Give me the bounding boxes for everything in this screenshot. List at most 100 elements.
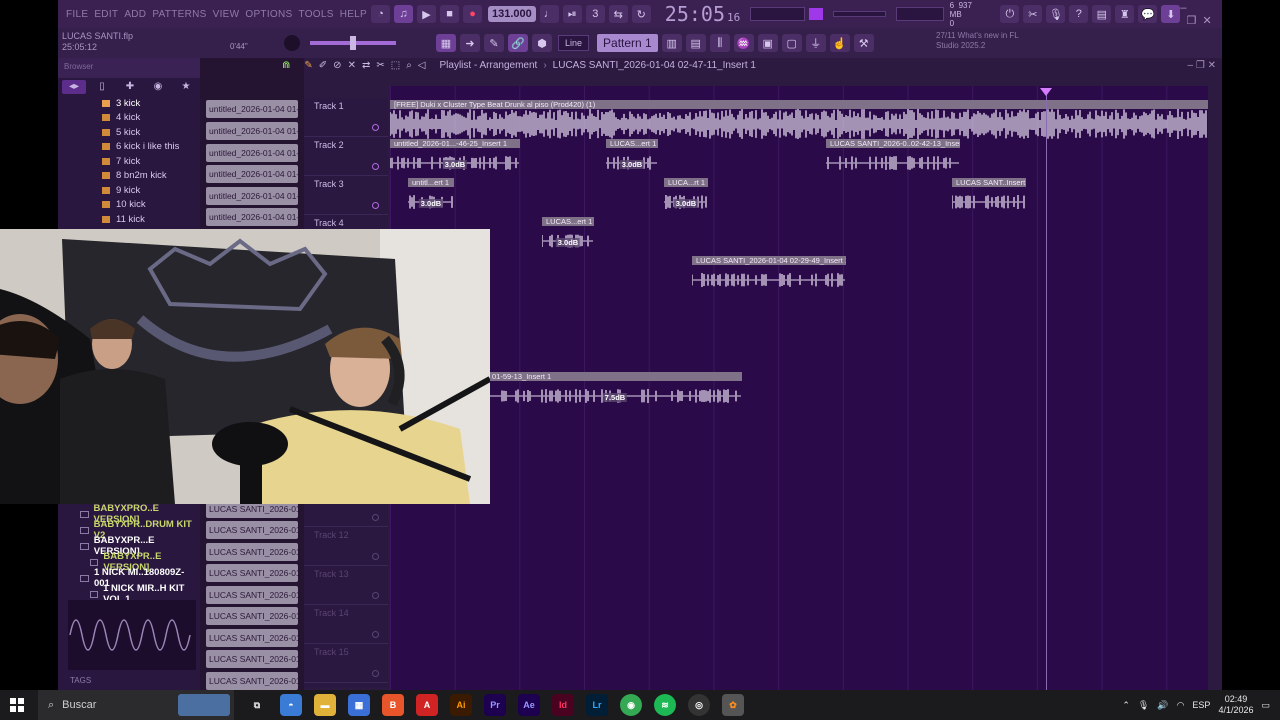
- playlist-restore-icon[interactable]: ❐: [1196, 60, 1205, 71]
- metronome-icon[interactable]: ♩: [539, 5, 559, 23]
- acrobat-icon[interactable]: A: [416, 694, 438, 716]
- news-panel[interactable]: 27/11 What's new in FL Studio 2025.2: [936, 31, 1019, 51]
- chrome-icon[interactable]: ◉: [620, 694, 642, 716]
- plugin-icon[interactable]: ♜: [1115, 5, 1135, 23]
- track-header[interactable]: Track 13: [304, 566, 388, 605]
- next-icon[interactable]: ➜: [460, 34, 480, 52]
- eq-icon[interactable]: ♒: [733, 34, 754, 52]
- channel-button[interactable]: untitled_2026-01-04 01-...: [206, 165, 298, 183]
- close-icon[interactable]: ✕: [1203, 15, 1212, 27]
- select-tool-icon[interactable]: ⬚: [391, 60, 400, 71]
- record-button[interactable]: ●: [463, 5, 483, 23]
- browser-item[interactable]: 9 kick: [58, 183, 200, 198]
- browser-item[interactable]: 7 kick: [58, 154, 200, 169]
- plugins-tab-icon[interactable]: ✚: [118, 80, 142, 94]
- playlist-close-icon[interactable]: ✕: [1208, 60, 1216, 71]
- menu-file[interactable]: FILE: [66, 9, 88, 20]
- start-button[interactable]: [0, 690, 34, 720]
- mic-icon[interactable]: 🎙: [1046, 5, 1066, 23]
- tags-label[interactable]: TAGS: [70, 676, 91, 685]
- slip-tool-icon[interactable]: ⇄: [362, 60, 370, 71]
- fl-studio-taskbar-icon[interactable]: ✿: [722, 694, 744, 716]
- sample-preview-waveform[interactable]: [68, 600, 196, 670]
- restore-icon[interactable]: ❐: [1187, 15, 1197, 27]
- browser-item[interactable]: 8 bn2m kick: [58, 169, 200, 184]
- files-tab-icon[interactable]: ▯: [90, 80, 114, 94]
- track-mute-led-icon[interactable]: [372, 553, 379, 560]
- master-pitch-slider[interactable]: [310, 36, 396, 50]
- arrangement-grid[interactable]: [FREE] Duki x Cluster Type Beat Drunk al…: [390, 86, 1208, 690]
- channel-button[interactable]: LUCAS SANTI_2026-01-04...: [206, 586, 298, 604]
- channel-button[interactable]: untitled_2026-01-04 01-...: [206, 100, 298, 118]
- channel-button[interactable]: LUCAS SANTI_2026-01-04...: [206, 543, 298, 561]
- browser-item[interactable]: 4 kick: [58, 111, 200, 126]
- tools-icon[interactable]: ✂: [1023, 5, 1043, 23]
- chat-icon[interactable]: 💬: [1138, 5, 1158, 23]
- channel-button[interactable]: LUCAS SANTI_2026-01-04...: [206, 607, 298, 625]
- knob-icon[interactable]: [284, 35, 300, 51]
- song-time-display[interactable]: 25:05: [665, 2, 725, 26]
- menu-help[interactable]: HELP: [340, 9, 367, 20]
- browser-item[interactable]: 10 kick: [58, 198, 200, 213]
- menu-tools[interactable]: TOOLS: [298, 9, 333, 20]
- channel-button[interactable]: LUCAS SANTI_2026-01-04...: [206, 521, 298, 539]
- menu-edit[interactable]: EDIT: [94, 9, 118, 20]
- song-mode-button[interactable]: ♫: [394, 5, 414, 23]
- snap-selector[interactable]: Line: [558, 35, 590, 51]
- channel-button[interactable]: LUCAS SANTI_2026-01-04...: [206, 672, 298, 690]
- track-mute-led-icon[interactable]: [372, 592, 379, 599]
- menu-add[interactable]: ADD: [124, 9, 146, 20]
- volume-icon[interactable]: 🔊: [1157, 700, 1168, 711]
- track-header[interactable]: Track 2: [304, 137, 388, 176]
- file-explorer-icon[interactable]: ▬: [314, 694, 336, 716]
- wrench-icon[interactable]: ⚒: [853, 34, 874, 52]
- record-mode-icon[interactable]: ◔: [371, 5, 391, 23]
- channel-button[interactable]: LUCAS SANTI_2026-01-04...: [206, 629, 298, 647]
- audio-clip[interactable]: LUCAS SANTI_2026-0..02-42-13_Insert 1: [826, 139, 960, 178]
- stop-button[interactable]: ■: [440, 5, 460, 23]
- audio-clip[interactable]: LUCA...rt 1 3.0dB: [664, 178, 708, 217]
- audio-clip[interactable]: LUCAS...ert 1 3.0dB: [606, 139, 658, 178]
- clock[interactable]: 02:49 4/1/2026: [1218, 694, 1253, 716]
- browser-item[interactable]: 6 kick i like this: [58, 140, 200, 155]
- audio-clip[interactable]: [FREE] Duki x Cluster Type Beat Drunk al…: [390, 100, 1208, 139]
- store-icon[interactable]: ▦: [348, 694, 370, 716]
- channel-button[interactable]: untitled_2026-01-04 01-...: [206, 187, 298, 205]
- download-icon[interactable]: ⬇: [1161, 5, 1181, 23]
- track-header[interactable]: Track 3: [304, 176, 388, 215]
- db-tab-icon[interactable]: ◉: [146, 80, 170, 94]
- pattern-selector[interactable]: Pattern 1: [597, 34, 658, 52]
- spotify-icon[interactable]: ≋: [654, 694, 676, 716]
- track-mute-led-icon[interactable]: [372, 163, 379, 170]
- notifications-icon[interactable]: ▭: [1261, 700, 1270, 711]
- channel-rack-icon[interactable]: ▤: [685, 34, 706, 52]
- power-icon[interactable]: ⏻: [1000, 5, 1020, 23]
- brave-icon[interactable]: B: [382, 694, 404, 716]
- plugin-db-icon[interactable]: ▣: [757, 34, 778, 52]
- playlist-minimize-icon[interactable]: –: [1188, 60, 1194, 71]
- save-icon[interactable]: ▤: [1092, 5, 1112, 23]
- track-mute-led-icon[interactable]: [372, 514, 379, 521]
- obs-icon[interactable]: ◎: [688, 694, 710, 716]
- audio-clip[interactable]: LUCAS SANTI_2026-01-04 02-29-49_Insert 1: [692, 256, 846, 295]
- tray-chevron-icon[interactable]: ⌃: [1122, 700, 1130, 711]
- playback-tool-icon[interactable]: ◁: [418, 60, 426, 71]
- wait-icon[interactable]: ⏯: [562, 5, 582, 23]
- track-mute-led-icon[interactable]: [372, 670, 379, 677]
- menu-patterns[interactable]: PATTERNS: [152, 9, 206, 20]
- track-header[interactable]: Track 1: [304, 98, 388, 137]
- channel-button[interactable]: untitled_2026-01-04 01-...: [206, 144, 298, 162]
- indesign-icon[interactable]: Id: [552, 694, 574, 716]
- mic-tray-icon[interactable]: 🎙: [1138, 700, 1149, 711]
- channel-button[interactable]: untitled_2026-01-04 01-...: [206, 208, 298, 226]
- illustrator-icon[interactable]: Ai: [450, 694, 472, 716]
- slider-handle[interactable]: [350, 36, 356, 50]
- audio-clip[interactable]: untitled_2026-01...-46-25_Insert 1 3.0dB: [390, 139, 520, 178]
- audio-clip[interactable]: 01-59-13_Insert 1 7.5dB: [488, 372, 742, 411]
- lightroom-icon[interactable]: Lr: [586, 694, 608, 716]
- brush-tool-icon[interactable]: ✐: [319, 60, 327, 71]
- pencil-icon[interactable]: ✎: [484, 34, 504, 52]
- browser-item[interactable]: 3 kick: [58, 96, 200, 111]
- wifi-icon[interactable]: ◠: [1177, 700, 1185, 711]
- menu-view[interactable]: VIEW: [213, 9, 240, 20]
